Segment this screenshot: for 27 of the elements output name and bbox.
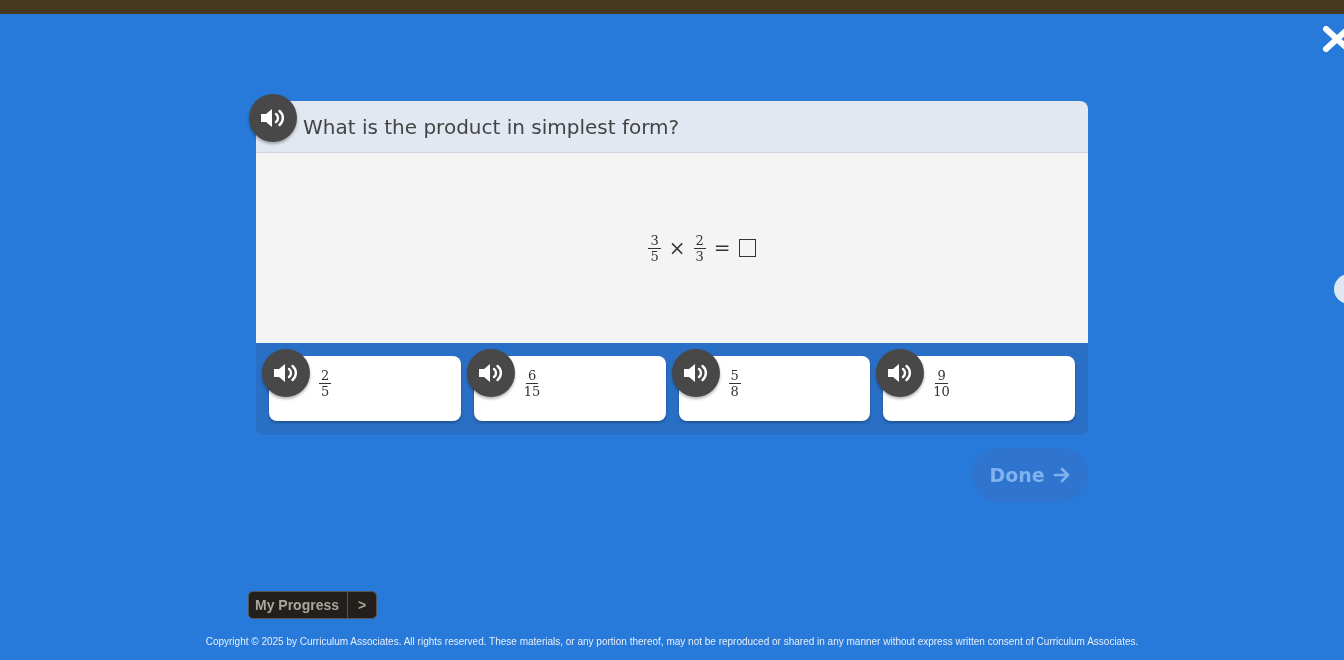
speaker-button[interactable] <box>466 349 515 397</box>
question-prompt: What is the product in simplest form? <box>303 114 680 139</box>
answer-fraction: 6 15 <box>523 368 541 399</box>
speaker-icon <box>681 362 710 384</box>
answer-blank <box>738 239 756 257</box>
speaker-button[interactable] <box>876 349 925 397</box>
close-icon[interactable] <box>1322 25 1344 53</box>
speaker-button[interactable] <box>262 349 310 397</box>
answer-fraction: 9 10 <box>933 368 950 399</box>
answer-card[interactable]: 5 8 <box>671 349 871 421</box>
speaker-icon <box>272 362 300 384</box>
arrow-icon <box>1052 467 1071 483</box>
speaker-button[interactable] <box>671 349 720 397</box>
math-symbol: = <box>713 236 731 260</box>
speaker-icon <box>259 107 287 129</box>
answer-card[interactable]: 9 10 <box>876 349 1075 421</box>
speaker-button[interactable] <box>249 94 297 142</box>
speaker-icon <box>476 362 505 384</box>
answer-fraction: 5 8 <box>728 368 741 399</box>
equation-fraction: 2 3 <box>693 232 706 264</box>
math-symbol: × <box>668 236 686 260</box>
copyright-text: Copyright © 2025 by Curriculum Associates. All rights reserved. These materials, or any portion thereof, may not be reproduced or shared in any manner without express written consent of Curriculum Associates. <box>205 636 1139 647</box>
answer-card[interactable]: 2 5 <box>262 349 461 421</box>
equation-fraction: 3 5 <box>648 232 661 264</box>
my-progress-button[interactable]: My Progress > <box>248 591 378 619</box>
answer-card[interactable]: 6 15 <box>466 349 666 421</box>
answer-fraction: 2 5 <box>319 368 332 399</box>
